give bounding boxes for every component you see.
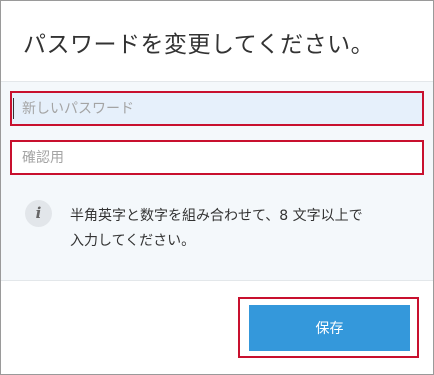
footer-divider: [1, 280, 433, 281]
info-icon: i: [25, 200, 52, 227]
password-requirement-note: 半角英字と数字を組み合わせて、8 文字以上で 入力してください。: [70, 204, 415, 254]
dialog-title: パスワードを変更してください。: [23, 32, 375, 58]
save-button[interactable]: 保存: [249, 305, 410, 351]
new-password-input[interactable]: [10, 91, 424, 126]
requirement-line-2: 入力してください。: [70, 233, 196, 249]
text-caret: [13, 98, 14, 119]
requirement-line-1: 半角英字と数字を組み合わせて、8 文字以上で: [70, 208, 363, 224]
confirm-password-input[interactable]: [10, 140, 424, 175]
